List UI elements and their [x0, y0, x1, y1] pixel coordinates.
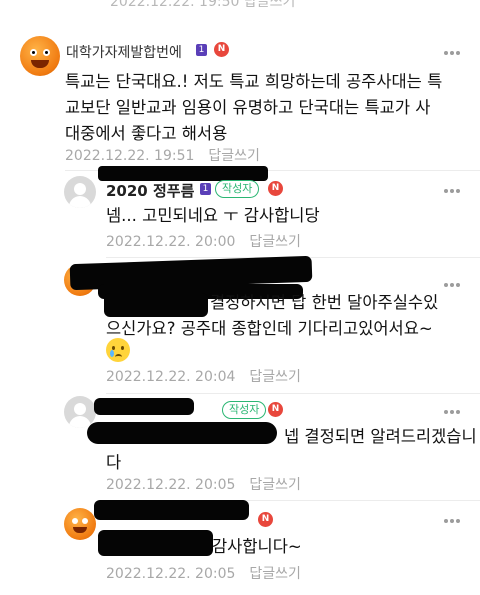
reply-button[interactable]: 답글쓰기 [249, 369, 301, 385]
comment-time: 2022.12.22. 19:51 [65, 148, 195, 164]
comment-time: 2022.12.22. 20:04 [106, 369, 236, 385]
more-options-icon[interactable] [444, 189, 460, 193]
reply-button[interactable]: 답글쓰기 [249, 234, 301, 250]
comment-time: 2022.12.22. 20:05 [106, 477, 236, 493]
comment-nickname[interactable]: 2020 정푸름 [106, 180, 194, 201]
comment-text: 넵 결정되면 알려드리겠습니 다 [106, 427, 477, 472]
comment-meta: 2022.12.22. 19:51 답글쓰기 [65, 145, 260, 165]
more-options-icon[interactable] [444, 410, 460, 414]
new-badge: N [268, 402, 283, 417]
more-options-icon[interactable] [444, 283, 460, 287]
top-cut-meta: 2022.12.22. 19:50 답글쓰기 [110, 0, 296, 10]
author-badge: 작성자 [215, 180, 260, 198]
comment-time: 2022.12.22. 20:05 [106, 566, 236, 582]
more-options-icon[interactable] [444, 51, 460, 55]
level-icon: 1 [196, 44, 207, 56]
comment-text: 넴... 고민되네요 ㅜ 감사합니당 [106, 206, 320, 225]
comment-text: 감사합니다~ [212, 537, 302, 556]
comment-meta: 2022.12.22. 20:05 답글쓰기 [106, 474, 301, 494]
reply-button[interactable]: 답글쓰기 [249, 477, 301, 493]
comment-nickname[interactable]: 대학가자제발합번에 [66, 42, 182, 62]
redaction-bar [94, 500, 249, 520]
comment-text: 특교는 단국대요.! 저도 특교 희망하는데 공주사대는 특 교보단 일반교과 … [65, 72, 443, 143]
comment-meta: 2022.12.22. 20:05 답글쓰기 [106, 563, 301, 583]
avatar[interactable] [64, 508, 96, 540]
comment-time: 2022.12.22. 20:00 [106, 234, 236, 250]
new-badge: N [214, 42, 229, 57]
new-badge: N [258, 512, 273, 527]
crying-emoji-icon [106, 338, 130, 362]
comment-meta: 2022.12.22. 20:00 답글쓰기 [106, 231, 301, 251]
reply-button[interactable]: 답글쓰기 [249, 566, 301, 582]
reply-button[interactable]: 답글쓰기 [208, 148, 260, 164]
divider [106, 393, 480, 394]
comment-meta: 2022.12.22. 20:04 답글쓰기 [106, 366, 301, 386]
level-icon: 1 [200, 183, 211, 195]
author-badge: 작성자 [222, 401, 267, 419]
avatar[interactable] [20, 36, 60, 76]
comment-text: 결정하시면 답 한번 달아주실수있 으신가요? 공주대 종합인데 기다리고있어서… [106, 293, 439, 338]
avatar[interactable] [64, 176, 96, 208]
more-options-icon[interactable] [444, 519, 460, 523]
new-badge: N [268, 181, 283, 196]
redaction-bar [98, 166, 268, 181]
redaction-bar [94, 398, 194, 415]
